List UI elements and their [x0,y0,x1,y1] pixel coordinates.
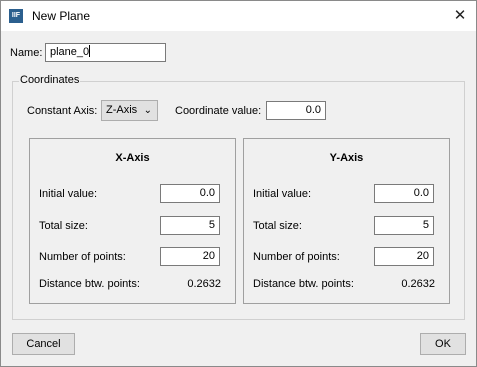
name-label: Name: [10,47,43,59]
x-total-label: Total size: [39,220,88,232]
new-plane-dialog: IIF New Plane ✕ Name: plane_0 Coordinate… [0,0,477,367]
y-points-field[interactable]: 20 [374,247,434,266]
coordinate-value-label: Coordinate value: [175,105,262,117]
constant-axis-value: Z-Axis [106,104,138,116]
x-total-field[interactable]: 5 [160,216,220,235]
name-field[interactable]: plane_0 [45,43,166,62]
coordinates-group-label: Coordinates [19,74,81,86]
chevron-down-icon: ⌄ [143,105,152,116]
x-initial-field[interactable]: 0.0 [160,184,220,203]
constant-axis-label: Constant Axis: [27,105,98,117]
x-points-field[interactable]: 20 [160,247,220,266]
window-title: New Plane [32,9,91,23]
x-axis-title: X-Axis [115,152,150,164]
title-bar: IIF New Plane ✕ [1,1,476,31]
name-value: plane_0 [50,46,90,58]
ok-button[interactable]: OK [420,333,466,355]
y-axis-title: Y-Axis [329,152,364,164]
y-points-label: Number of points: [253,251,340,263]
y-initial-field[interactable]: 0.0 [374,184,434,203]
cancel-button[interactable]: Cancel [12,333,75,355]
x-distance-label: Distance btw. points: [39,278,140,290]
y-distance-value: 0.2632 [401,278,435,290]
coordinate-value-field[interactable]: 0.0 [266,101,326,120]
x-distance-value: 0.2632 [187,278,221,290]
y-initial-label: Initial value: [253,188,312,200]
x-initial-label: Initial value: [39,188,98,200]
constant-axis-select[interactable]: Z-Axis ⌄ [101,100,158,121]
close-icon[interactable]: ✕ [451,7,469,25]
app-icon: IIF [9,9,23,23]
y-total-field[interactable]: 5 [374,216,434,235]
y-total-label: Total size: [253,220,302,232]
y-distance-label: Distance btw. points: [253,278,354,290]
x-points-label: Number of points: [39,251,126,263]
text-cursor [89,45,91,57]
